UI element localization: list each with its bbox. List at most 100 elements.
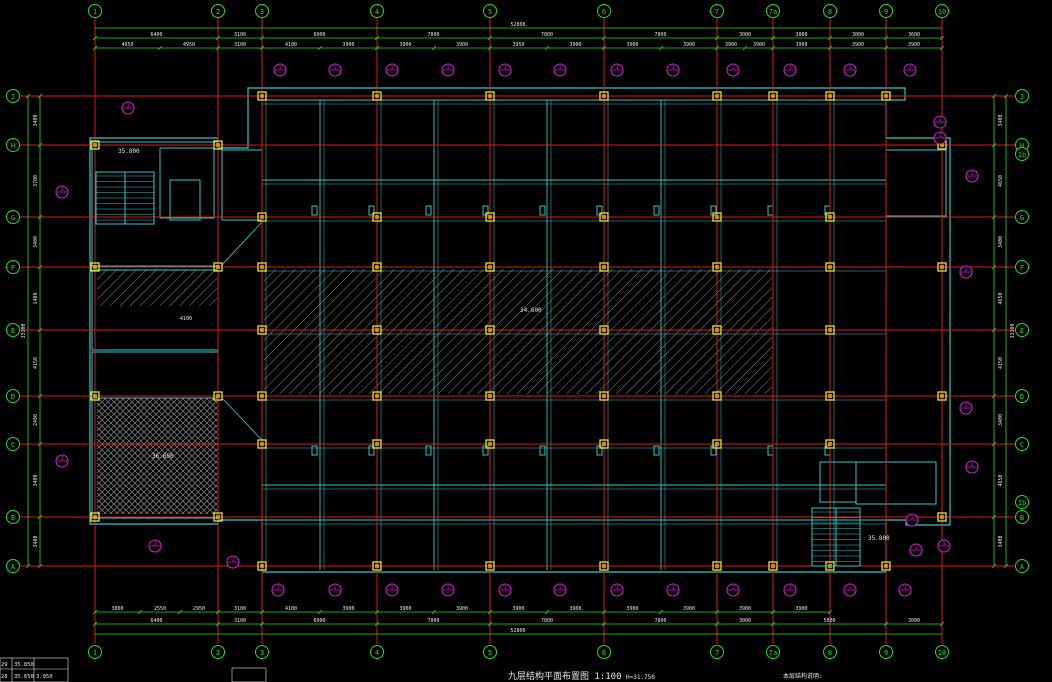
dim-left-text-3: 1400 [33, 292, 39, 304]
section-marker-text-16: 1 [503, 585, 506, 591]
row-bubble-left-3-label: F [11, 264, 15, 272]
dim-left-text-7: 3400 [33, 535, 39, 547]
dim-bottom-1-text-3: 3100 [234, 606, 246, 612]
plan-title-suffix: H=31.750 [626, 674, 655, 681]
dim-left-text-2: 3400 [33, 236, 39, 248]
dim-bottom-1-text-5: 3900 [342, 606, 354, 612]
section-marker-text-24: 1 [126, 103, 129, 109]
column-core-29 [828, 265, 832, 269]
dim-top-1-text-5: 7800 [654, 32, 666, 38]
dim-right-text-5: 3400 [998, 414, 1004, 426]
dim-bottom-2-text-5: 7800 [654, 618, 666, 624]
dim-left-text-4: 4150 [33, 357, 39, 369]
dim-top-2-text-2: 3100 [234, 42, 246, 48]
col-bubble-top-10-label: 10 [938, 8, 946, 16]
dim-bottom-2-text-0: 6400 [150, 618, 162, 624]
column-core-24 [260, 265, 264, 269]
section-marker-text-28: 1 [231, 557, 234, 563]
column-core-36 [260, 394, 264, 398]
dim-bottom-2-text-2: 6000 [313, 618, 325, 624]
column-core-21 [602, 564, 606, 568]
dim-top-2-text-3: 4100 [285, 42, 297, 48]
dim-top-1-text-4: 7800 [541, 32, 553, 38]
section-marker-text-31: 1 [964, 267, 967, 273]
row-bubble-left-1-label: H [11, 142, 15, 150]
section-marker-text-29: 1 [938, 117, 941, 123]
row-bubble-left-2-label: G [11, 214, 15, 222]
dim-right-text-1: 4650 [998, 175, 1004, 187]
legend-r1c2: 35.850 [14, 662, 34, 668]
section-marker-text-5: 1 [558, 65, 561, 71]
column-core-55 [884, 564, 888, 568]
row-bubble-left-6-label: C [11, 441, 15, 449]
col-bubble-bottom-9-label: 9 [884, 649, 888, 657]
dim-bottom-2-text-6: 3000 [739, 618, 751, 624]
dim-top-2-text-11: 3900 [725, 42, 737, 48]
col-bubble-bottom-6-label: 7 [715, 649, 719, 657]
dim-left-text-1: 3700 [33, 175, 39, 187]
dim-right-text-0: 3400 [998, 114, 1004, 126]
legend-r2c3: 3.950 [36, 674, 53, 680]
column-core-53 [940, 515, 944, 519]
column-core-3 [602, 94, 606, 98]
dim-top-2-text-6: 3900 [456, 42, 468, 48]
section-marker-text-2: 1 [390, 65, 393, 71]
column-core-37 [375, 394, 379, 398]
col-bubble-top-7-label: 7a [769, 8, 777, 16]
column-core-15 [602, 442, 606, 446]
row-bubble-right-0-label: J [1020, 93, 1024, 101]
dim-bottom-2-text-1: 3100 [234, 618, 246, 624]
dim-bottom-1-text-10: 3900 [626, 606, 638, 612]
dim-bottom-2-text-3: 7800 [427, 618, 439, 624]
dim-left-total-text-0: 33100 [21, 323, 27, 338]
col-bubble-top-1-label: 2 [216, 8, 220, 16]
dim-top-2-text-13: 3900 [795, 42, 807, 48]
dim-bottom-2-text-7: 5000 [823, 618, 835, 624]
section-marker-text-30: 1 [970, 171, 973, 177]
column-core-44 [93, 265, 97, 269]
section-marker-text-17: 1 [558, 585, 561, 591]
col-bubble-bottom-10-label: 10 [938, 649, 946, 657]
column-core-16 [715, 442, 719, 446]
section-marker-text-1: 1 [333, 65, 336, 71]
section-marker-text-25: 1 [60, 187, 63, 193]
column-core-43 [216, 143, 220, 147]
section-marker-text-4: 1 [503, 65, 506, 71]
row-bubble-left-0-label: J [11, 93, 15, 101]
column-core-49 [216, 515, 220, 519]
column-core-1 [375, 94, 379, 98]
col-bubble-bottom-1-label: 2 [216, 649, 220, 657]
column-core-38 [488, 394, 492, 398]
dim-bottom-1-text-6: 3900 [399, 606, 411, 612]
section-marker-text-36: 1 [914, 545, 917, 551]
column-core-5 [828, 94, 832, 98]
column-core-11 [828, 215, 832, 219]
dim-top-2-text-14: 3900 [852, 42, 864, 48]
dim-bottom-1-text-8: 3900 [512, 606, 524, 612]
column-core-54 [884, 94, 888, 98]
floor-plan-drawing[interactable]: 112233445566777a7a88991010J JH HG GF FE ED DC C… [0, 0, 1052, 682]
section-marker-text-21: 1 [788, 585, 791, 591]
level-label-4: 35.800 [868, 535, 890, 542]
column-core-39 [602, 394, 606, 398]
dim-left-text-5: 2400 [33, 414, 39, 426]
dim-top-2-text-7: 3950 [512, 42, 524, 48]
central-hatched-slab [264, 269, 772, 394]
cad-drawing-canvas[interactable]: 1 1 2 2 3 3 4 4 5 5 6 6 7 7 7a 7a 8 8 9 9 10 10 J J H H G G F F E E D D C C… [0, 0, 1052, 682]
column-core-20 [488, 564, 492, 568]
dim-bottom-1-text-13: 3900 [795, 606, 807, 612]
column-core-19 [375, 564, 379, 568]
row-bubble-right-3-label: F [1020, 264, 1024, 272]
dim-top-1-text-7: 3000 [795, 32, 807, 38]
section-marker-text-37: 1 [910, 515, 913, 521]
col-bubble-bottom-4-label: 5 [488, 649, 492, 657]
column-core-48 [93, 515, 97, 519]
dim-left-text-0: 3400 [33, 114, 39, 126]
row-bubble-right-5-label: D [1020, 393, 1024, 401]
dim-overall-top-text: 52800 [510, 22, 525, 28]
col-bubble-top-9-label: 9 [884, 8, 888, 16]
dim-top-2-text-15: 3900 [908, 42, 920, 48]
column-core-18 [260, 564, 264, 568]
column-core-28 [715, 265, 719, 269]
column-core-12 [260, 442, 264, 446]
